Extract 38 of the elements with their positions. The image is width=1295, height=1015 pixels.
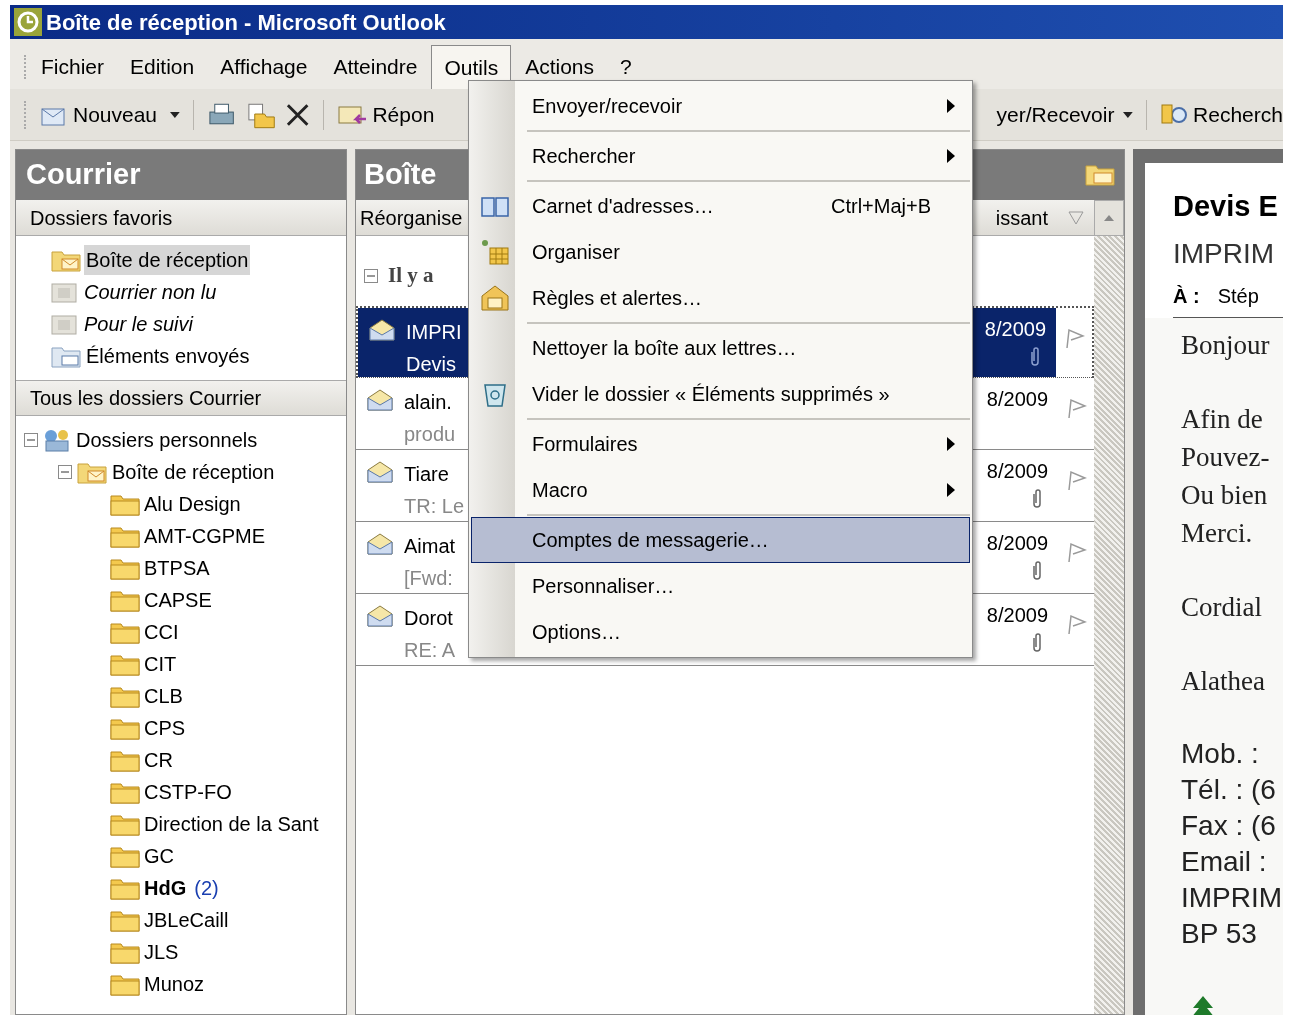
body-line: Pouvez- [1181, 440, 1271, 474]
section-header: Tous les dossiers Courrier [16, 380, 346, 416]
received-date: 8/2009 [986, 387, 1048, 412]
body-line: Tél. : (6 [1181, 772, 1277, 807]
body-line: Mob. : [1181, 736, 1260, 771]
received-date: 8/2009 [984, 317, 1046, 342]
message-subject: TR: Le [404, 494, 465, 519]
group-header: Il y a [388, 262, 434, 290]
message-subject: RE: A [404, 638, 456, 663]
body-line: IMPRIM [1181, 880, 1283, 915]
window-title: Boîte de réception - Microsoft Outlook [46, 8, 446, 37]
sender-name: IMPRI [406, 320, 462, 345]
sender-name: alain. [404, 390, 453, 415]
email-subject: Devis E [1173, 189, 1279, 224]
unread-count: (2) [194, 876, 219, 901]
sender-name: Dorot [404, 606, 454, 631]
body-line: Ou bien [1181, 478, 1269, 512]
body-line: Fax : (6 [1181, 808, 1277, 843]
body-line: Bonjour [1181, 328, 1271, 362]
email-sender: IMPRIM [1173, 236, 1276, 271]
message-subject: [Fwd: [404, 566, 454, 591]
message-subject: Devis [406, 352, 457, 377]
body-line: Email : [1181, 844, 1268, 879]
sender-name: Tiare [404, 462, 450, 487]
body-line: Cordial [1181, 590, 1263, 624]
section-header: Dossiers favoris [16, 200, 346, 236]
body-line: BP 53 [1181, 916, 1258, 951]
received-date: 8/2009 [986, 459, 1048, 484]
body-line: Merci. [1181, 516, 1254, 550]
message-subject: produ [404, 422, 456, 447]
body-line: Afin de [1181, 402, 1264, 436]
recipient: Stép [1217, 283, 1259, 309]
received-date: 8/2009 [986, 531, 1048, 556]
received-date: 8/2009 [986, 603, 1048, 628]
body-line: Alathea [1181, 664, 1266, 698]
sender-name: Aimat [404, 534, 456, 559]
pane-header: Courrier [16, 150, 346, 200]
to-label: À : [1173, 283, 1200, 309]
